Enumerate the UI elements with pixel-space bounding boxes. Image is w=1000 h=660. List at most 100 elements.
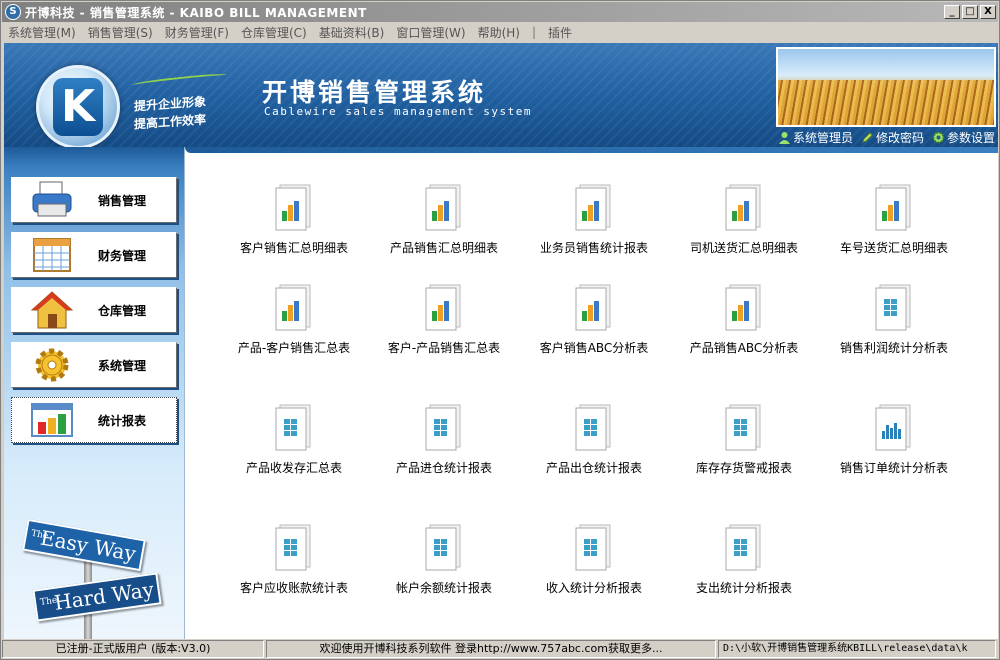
report-product-outbound[interactable]: 产品出仓统计报表 <box>519 403 669 476</box>
report-table-icon <box>425 524 461 571</box>
report-label: 客户应收账款统计表 <box>239 581 348 595</box>
admin-user-label: 系统管理员 <box>793 131 854 145</box>
report-expense-analysis[interactable]: 支出统计分析报表 <box>669 523 819 596</box>
report-stock-alert[interactable]: 库存存货警戒报表 <box>669 403 819 476</box>
report-table-icon <box>575 404 611 451</box>
report-bar-chart-icon <box>275 284 311 331</box>
sidebar-label-reports: 统计报表 <box>98 413 147 428</box>
minimize-button[interactable]: _ <box>944 5 960 19</box>
menu-basic-data[interactable]: 基础资料(B) <box>319 24 385 41</box>
report-label: 支出统计分析报表 <box>695 581 792 595</box>
report-label: 产品出仓统计报表 <box>545 461 642 475</box>
settings-link[interactable]: 参数设置 <box>932 129 995 146</box>
maximize-button[interactable]: □ <box>962 5 978 19</box>
report-bar-chart-icon <box>725 184 761 231</box>
report-label: 业务员销售统计报表 <box>539 241 648 255</box>
report-label: 产品收发存汇总表 <box>245 461 342 475</box>
gear-icon <box>932 131 945 144</box>
report-label: 收入统计分析报表 <box>545 581 642 595</box>
company-logo: K <box>36 65 120 147</box>
sidebar-label-sales: 销售管理 <box>98 193 147 208</box>
section-divider <box>235 377 955 378</box>
report-column-chart-icon <box>875 404 911 451</box>
bar-chart-icon <box>31 403 73 437</box>
report-label: 产品销售汇总明细表 <box>389 241 498 255</box>
sidebar-label-finance: 财务管理 <box>98 248 147 263</box>
menu-warehouse[interactable]: 仓库管理(C) <box>241 24 307 41</box>
report-customer-abc[interactable]: 客户销售ABC分析表 <box>519 283 669 356</box>
report-label: 客户-产品销售汇总表 <box>387 341 501 355</box>
report-bar-chart-icon <box>275 184 311 231</box>
change-password-link[interactable]: 修改密码 <box>861 129 924 146</box>
report-product-inventory-summary[interactable]: 产品收发存汇总表 <box>219 403 369 476</box>
report-table-icon <box>725 524 761 571</box>
status-welcome: 欢迎使用开博科技系列软件 登录http://www.757abc.com获取更多… <box>266 640 716 658</box>
report-table-icon <box>725 404 761 451</box>
app-window: S 开博科技 - 销售管理系统 - KAIBO BILL MANAGEMENT … <box>0 0 1000 660</box>
sidebar-label-system: 系统管理 <box>98 358 147 373</box>
report-sales-order-analysis[interactable]: 销售订单统计分析表 <box>819 403 969 476</box>
wheat-field-photo <box>776 47 996 127</box>
report-product-customer-summary[interactable]: 产品-客户销售汇总表 <box>219 283 369 356</box>
report-bar-chart-icon <box>425 284 461 331</box>
menu-system[interactable]: 系统管理(M) <box>8 24 76 41</box>
window-title: 开博科技 - 销售管理系统 - KAIBO BILL MANAGEMENT <box>25 5 367 20</box>
report-customer-product-summary[interactable]: 客户-产品销售汇总表 <box>369 283 519 356</box>
close-button[interactable]: X <box>980 5 996 19</box>
report-label: 销售订单统计分析表 <box>839 461 948 475</box>
sidebar-item-reports[interactable]: 统计报表 <box>11 397 177 443</box>
easy-way-signpost: The Easy Way The Hard Way <box>22 518 172 639</box>
menu-separator: | <box>531 25 537 39</box>
status-bar: 已注册-正式版用户 (版本:V3.0) 欢迎使用开博科技系列软件 登录http:… <box>2 639 998 659</box>
report-table-icon <box>575 524 611 571</box>
change-password-label: 修改密码 <box>876 131 925 145</box>
settings-label: 参数设置 <box>947 131 996 145</box>
report-vehicle-delivery-summary[interactable]: 车号送货汇总明细表 <box>819 183 969 256</box>
user-icon <box>779 132 790 144</box>
menu-finance[interactable]: 财务管理(F) <box>165 24 229 41</box>
report-product-sales-summary[interactable]: 产品销售汇总明细表 <box>369 183 519 256</box>
report-salesperson-stats[interactable]: 业务员销售统计报表 <box>519 183 669 256</box>
report-label: 帐户余额统计报表 <box>395 581 492 595</box>
report-label: 客户销售ABC分析表 <box>539 341 649 355</box>
report-table-icon <box>875 284 911 331</box>
report-table-icon <box>275 524 311 571</box>
report-bar-chart-icon <box>725 284 761 331</box>
admin-user-link[interactable]: 系统管理员 <box>778 129 853 146</box>
report-customer-sales-summary[interactable]: 客户销售汇总明细表 <box>219 183 369 256</box>
menu-sales[interactable]: 销售管理(S) <box>88 24 153 41</box>
title-bar[interactable]: S 开博科技 - 销售管理系统 - KAIBO BILL MANAGEMENT … <box>2 2 998 22</box>
report-label: 产品销售ABC分析表 <box>689 341 799 355</box>
report-account-balance[interactable]: 帐户余额统计报表 <box>369 523 519 596</box>
report-label: 车号送货汇总明细表 <box>839 241 948 255</box>
menu-window[interactable]: 窗口管理(W) <box>396 24 465 41</box>
menu-plugins[interactable]: 插件 <box>548 24 572 41</box>
report-product-abc[interactable]: 产品销售ABC分析表 <box>669 283 819 356</box>
report-label: 销售利润统计分析表 <box>839 341 948 355</box>
report-label: 司机送货汇总明细表 <box>689 241 798 255</box>
gear-icon <box>35 348 69 382</box>
menu-bar: 系统管理(M) 销售管理(S) 财务管理(F) 仓库管理(C) 基础资料(B) … <box>2 22 998 42</box>
sidebar-label-warehouse: 仓库管理 <box>98 303 147 318</box>
hard-way-sign: The Hard Way <box>32 572 162 622</box>
report-bar-chart-icon <box>425 184 461 231</box>
header-banner: K 提升企业形象 提高工作效率 开博销售管理系统 Cablewire sales… <box>4 43 998 147</box>
report-accounts-receivable[interactable]: 客户应收账款统计表 <box>219 523 369 596</box>
report-driver-delivery-summary[interactable]: 司机送货汇总明细表 <box>669 183 819 256</box>
pencil-icon <box>862 132 873 143</box>
sidebar-item-sales[interactable]: 销售管理 <box>11 177 177 223</box>
report-sales-profit[interactable]: 销售利润统计分析表 <box>819 283 969 356</box>
sidebar-item-warehouse[interactable]: 仓库管理 <box>11 287 177 333</box>
calendar-grid-icon <box>33 238 71 272</box>
app-logo-icon: S <box>5 4 21 20</box>
left-sidebar: 销售管理 财务管理 仓库管理 系统管理 统计报表 The Easy Way Th… <box>4 147 184 639</box>
report-label: 客户销售汇总明细表 <box>239 241 348 255</box>
section-divider <box>235 497 955 498</box>
sidebar-item-finance[interactable]: 财务管理 <box>11 232 177 278</box>
sidebar-item-system[interactable]: 系统管理 <box>11 342 177 388</box>
report-product-inbound[interactable]: 产品进仓统计报表 <box>369 403 519 476</box>
status-path: D:\小软\开博销售管理系统KBILL\release\data\k <box>718 640 996 658</box>
report-bar-chart-icon <box>575 184 611 231</box>
menu-help[interactable]: 帮助(H) <box>478 24 520 41</box>
report-income-analysis[interactable]: 收入统计分析报表 <box>519 523 669 596</box>
